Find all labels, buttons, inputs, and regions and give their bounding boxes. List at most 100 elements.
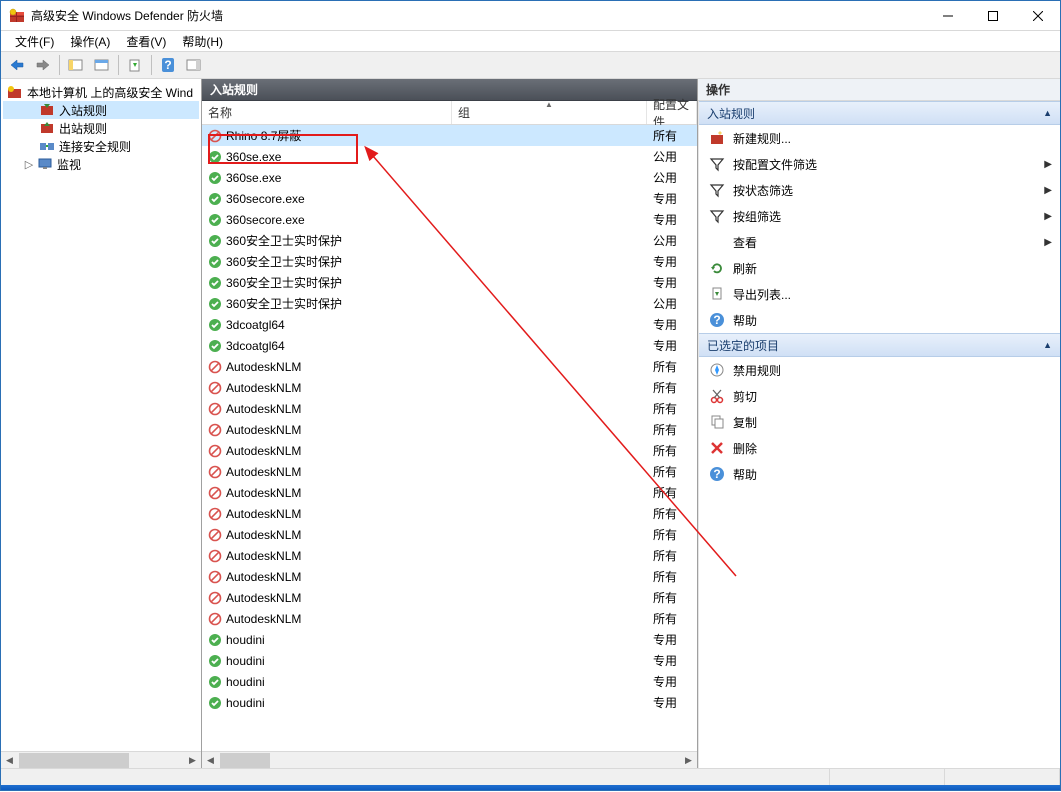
tree-item-connsec[interactable]: 连接安全规则 <box>3 137 199 155</box>
rule-profile: 公用 <box>647 148 697 165</box>
rule-row[interactable]: AutodeskNLM所有 <box>202 440 697 461</box>
action-按状态筛选[interactable]: 按状态筛选▶ <box>699 177 1060 203</box>
allow-icon <box>208 150 222 164</box>
rule-name: AutodeskNLM <box>226 486 301 500</box>
allow-icon <box>208 297 222 311</box>
action-按组筛选[interactable]: 按组筛选▶ <box>699 203 1060 229</box>
rule-profile: 所有 <box>647 505 697 522</box>
menu-file[interactable]: 文件(F) <box>9 31 60 52</box>
rule-row[interactable]: AutodeskNLM所有 <box>202 566 697 587</box>
minimize-button[interactable] <box>925 1 970 30</box>
rule-profile: 所有 <box>647 610 697 627</box>
rule-row[interactable]: AutodeskNLM所有 <box>202 545 697 566</box>
action-label: 删除 <box>733 440 757 457</box>
rule-row[interactable]: houdini专用 <box>202 629 697 650</box>
action-复制[interactable]: 复制 <box>699 409 1060 435</box>
tree-root[interactable]: 本地计算机 上的高级安全 Wind <box>3 83 199 101</box>
action-删除[interactable]: 删除 <box>699 435 1060 461</box>
rule-row[interactable]: AutodeskNLM所有 <box>202 503 697 524</box>
menu-action[interactable]: 操作(A) <box>64 31 116 52</box>
rule-row[interactable]: 360se.exe公用 <box>202 146 697 167</box>
rule-row[interactable]: AutodeskNLM所有 <box>202 398 697 419</box>
column-name[interactable]: 名称 <box>202 101 452 124</box>
rule-row[interactable]: AutodeskNLM所有 <box>202 419 697 440</box>
action-group-inbound[interactable]: 入站规则▲ <box>699 101 1060 125</box>
rule-row[interactable]: 3dcoatgl64专用 <box>202 314 697 335</box>
action-label: 禁用规则 <box>733 362 781 379</box>
allow-icon <box>208 171 222 185</box>
rule-profile: 专用 <box>647 652 697 669</box>
rule-profile: 所有 <box>647 442 697 459</box>
rule-row[interactable]: 360se.exe公用 <box>202 167 697 188</box>
close-button[interactable] <box>1015 1 1060 30</box>
rule-row[interactable]: 360安全卫士实时保护专用 <box>202 272 697 293</box>
tree-item-inbound[interactable]: 入站规则 <box>3 101 199 119</box>
menu-view[interactable]: 查看(V) <box>120 31 172 52</box>
rule-row[interactable]: AutodeskNLM所有 <box>202 587 697 608</box>
list-scrollbar[interactable]: ◀▶ <box>202 751 697 768</box>
menubar: 文件(F) 操作(A) 查看(V) 帮助(H) <box>1 31 1060 51</box>
tree-scrollbar[interactable]: ◀▶ <box>1 751 201 768</box>
rule-name: AutodeskNLM <box>226 381 301 395</box>
rule-row[interactable]: AutodeskNLM所有 <box>202 482 697 503</box>
toolbar-separator <box>151 55 152 75</box>
rule-row[interactable]: AutodeskNLM所有 <box>202 608 697 629</box>
action-禁用规则[interactable]: 禁用规则 <box>699 357 1060 383</box>
rule-profile: 专用 <box>647 211 697 228</box>
rule-profile: 专用 <box>647 190 697 207</box>
rule-row[interactable]: houdini专用 <box>202 692 697 713</box>
rule-profile: 所有 <box>647 358 697 375</box>
rule-row[interactable]: houdini专用 <box>202 650 697 671</box>
action-剪切[interactable]: 剪切 <box>699 383 1060 409</box>
action-帮助[interactable]: ?帮助 <box>699 461 1060 487</box>
action-group-selected[interactable]: 已选定的项目▲ <box>699 333 1060 357</box>
block-icon <box>208 402 222 416</box>
inbound-icon <box>39 102 55 118</box>
rule-row[interactable]: AutodeskNLM 所有 <box>202 356 697 377</box>
maximize-button[interactable] <box>970 1 1015 30</box>
toolbar-properties-button[interactable] <box>90 54 114 76</box>
rule-row[interactable]: 360安全卫士实时保护公用 <box>202 293 697 314</box>
tree-item-monitor[interactable]: ▷监视 <box>3 155 199 173</box>
rule-row[interactable]: houdini专用 <box>202 671 697 692</box>
window-title: 高级安全 Windows Defender 防火墙 <box>31 7 925 24</box>
tree-item-outbound[interactable]: 出站规则 <box>3 119 199 137</box>
action-帮助[interactable]: ?帮助 <box>699 307 1060 333</box>
toolbar-help-button[interactable]: ? <box>156 54 180 76</box>
toolbar-export-button[interactable] <box>123 54 147 76</box>
block-icon <box>208 381 222 395</box>
allow-icon <box>208 276 222 290</box>
rule-row[interactable]: 360secore.exe专用 <box>202 188 697 209</box>
action-导出列表...[interactable]: 导出列表... <box>699 281 1060 307</box>
action-查看[interactable]: 查看▶ <box>699 229 1060 255</box>
menu-help[interactable]: 帮助(H) <box>176 31 229 52</box>
action-新建规则...[interactable]: 新建规则... <box>699 125 1060 151</box>
rule-name: AutodeskNLM <box>226 402 301 416</box>
copy-icon <box>709 414 725 430</box>
action-按配置文件筛选[interactable]: 按配置文件筛选▶ <box>699 151 1060 177</box>
rule-row[interactable]: Rhino 8.7屏蔽所有 <box>202 125 697 146</box>
action-label: 帮助 <box>733 312 757 329</box>
rule-name: 360安全卫士实时保护 <box>226 274 342 291</box>
action-label: 刷新 <box>733 260 757 277</box>
rule-profile: 所有 <box>647 589 697 606</box>
toolbar-show-tree-button[interactable] <box>64 54 88 76</box>
action-刷新[interactable]: 刷新 <box>699 255 1060 281</box>
column-profile[interactable]: 配置文件 <box>647 101 697 124</box>
rule-name: AutodeskNLM <box>226 360 301 374</box>
rule-row[interactable]: 360安全卫士实时保护专用 <box>202 251 697 272</box>
toolbar-panel-button[interactable] <box>182 54 206 76</box>
nav-back-button[interactable] <box>5 54 29 76</box>
nav-forward-button[interactable] <box>31 54 55 76</box>
rule-row[interactable]: 360secore.exe专用 <box>202 209 697 230</box>
column-group[interactable]: 组▲ <box>452 101 647 124</box>
rule-row[interactable]: AutodeskNLM所有 <box>202 461 697 482</box>
allow-icon <box>208 192 222 206</box>
rule-profile: 公用 <box>647 295 697 312</box>
rule-profile: 专用 <box>647 631 697 648</box>
rule-row[interactable]: AutodeskNLM所有 <box>202 377 697 398</box>
rule-row[interactable]: AutodeskNLM所有 <box>202 524 697 545</box>
rule-row[interactable]: 3dcoatgl64专用 <box>202 335 697 356</box>
rule-row[interactable]: 360安全卫士实时保护公用 <box>202 230 697 251</box>
allow-icon <box>208 318 222 332</box>
